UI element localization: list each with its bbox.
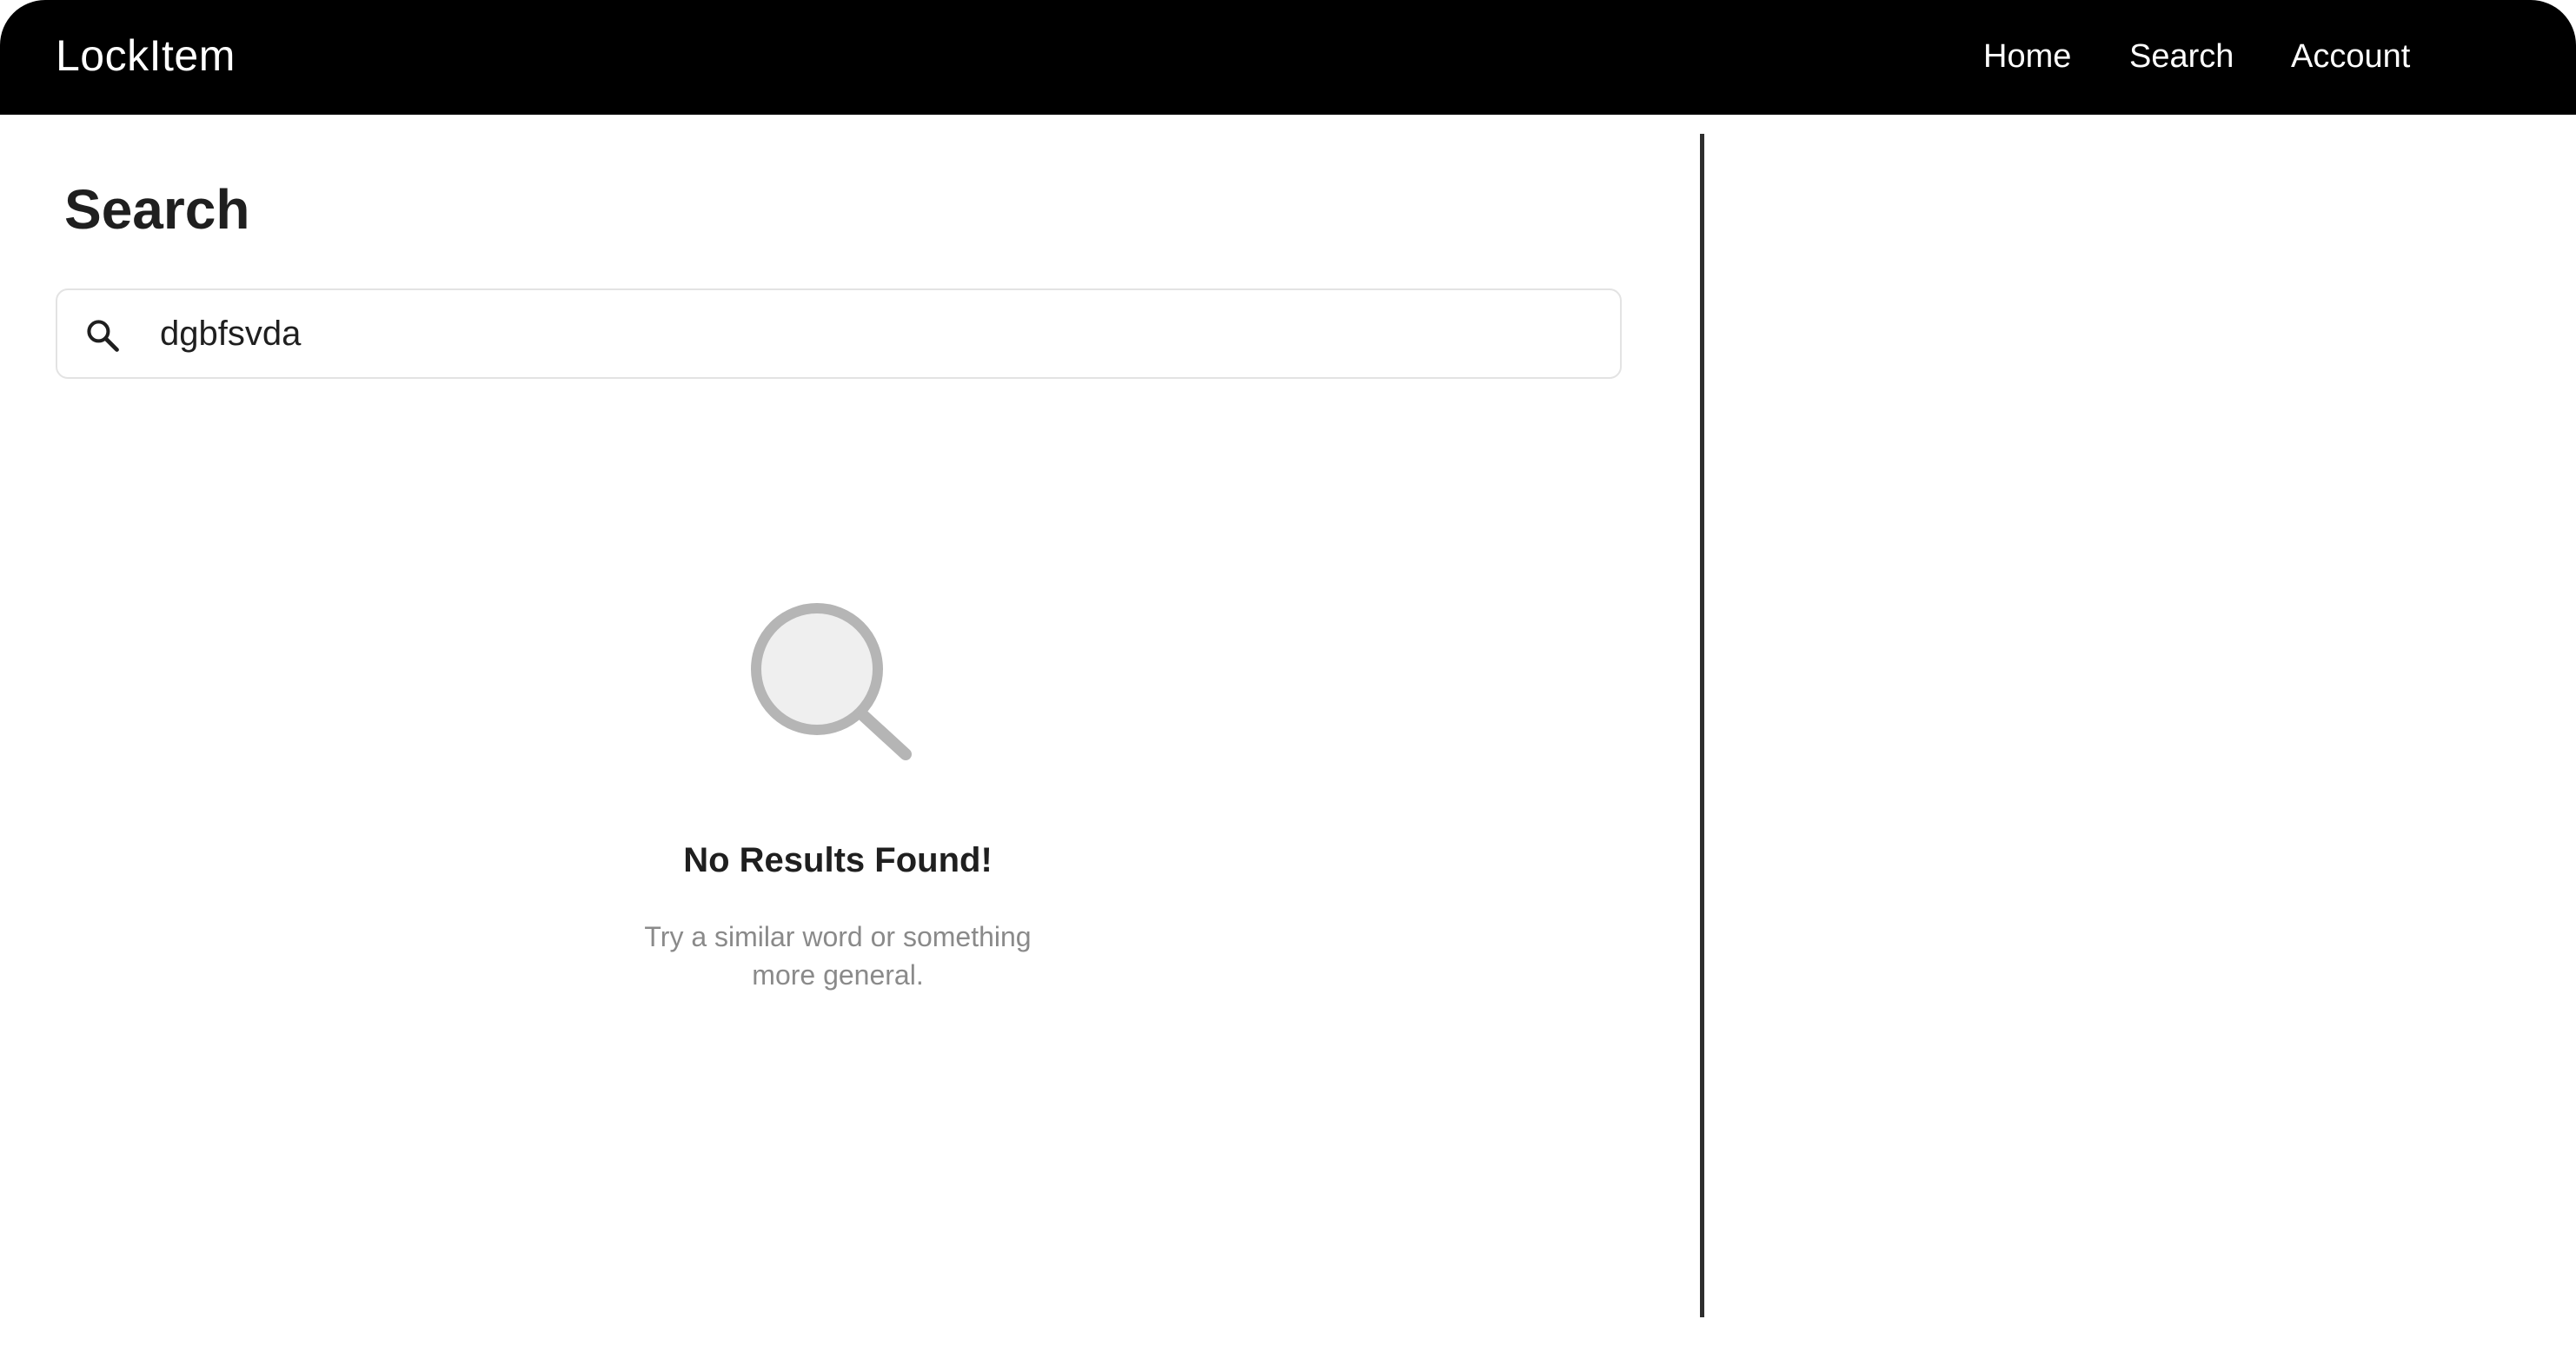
nav-home-link[interactable]: Home xyxy=(1983,0,2071,113)
page: LockItem Home Search Account Search No R… xyxy=(0,0,2576,1359)
page-title: Search xyxy=(64,178,250,241)
search-input[interactable] xyxy=(160,302,1585,365)
brand-logo[interactable]: LockItem xyxy=(56,0,236,111)
empty-state-message: Try a similar word or something more gen… xyxy=(644,921,1032,991)
search-box[interactable] xyxy=(56,288,1622,379)
nav-account-link[interactable]: Account xyxy=(2291,0,2410,113)
empty-state: No Results Found! Try a similar word or … xyxy=(556,600,1119,994)
search-icon[interactable] xyxy=(83,316,122,355)
top-navigation-bar: LockItem Home Search Account xyxy=(0,0,2576,115)
panel-divider xyxy=(1700,134,1704,1317)
magnifier-icon xyxy=(751,603,912,760)
nav-search-link[interactable]: Search xyxy=(2129,0,2234,113)
detail-panel xyxy=(1705,115,2576,1359)
empty-state-title: No Results Found! xyxy=(683,841,993,879)
